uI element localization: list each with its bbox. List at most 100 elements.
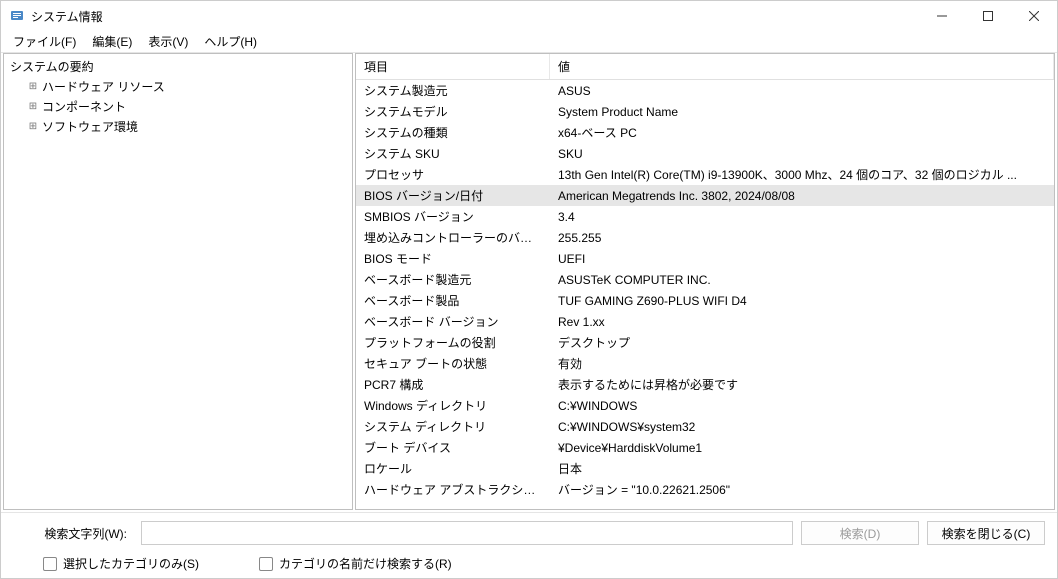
list-cell-value: American Megatrends Inc. 3802, 2024/08/0… [550,187,1054,205]
tree-root[interactable]: システムの要約 [8,56,348,76]
list-cell-value: 255.255 [550,229,1054,247]
list-row[interactable]: システムの種類x64-ベース PC [356,122,1054,143]
list-cell-value: System Product Name [550,103,1054,121]
list-row[interactable]: SMBIOS バージョン3.4 [356,206,1054,227]
list-cell-value: C:¥WINDOWS [550,397,1054,415]
list-cell-value: ASUSTeK COMPUTER INC. [550,271,1054,289]
search-label: 検索文字列(W): [13,525,133,542]
minimize-button[interactable] [919,1,965,31]
list-cell-value: 13th Gen Intel(R) Core(TM) i9-13900K、300… [550,164,1054,185]
list-cell-item: システム ディレクトリ [356,416,550,437]
window-title: システム情報 [31,8,919,25]
list-cell-value: ¥Device¥HarddiskVolume1 [550,439,1054,457]
list-row[interactable]: BIOS バージョン/日付American Megatrends Inc. 38… [356,185,1054,206]
list-cell-value: 3.4 [550,208,1054,226]
list-cell-value: 表示するためには昇格が必要です [550,374,1054,395]
app-icon [9,8,25,24]
list-cell-value: Rev 1.xx [550,313,1054,331]
checkbox-selected-category[interactable]: 選択したカテゴリのみ(S) [43,555,199,572]
list-cell-item: ブート デバイス [356,437,550,458]
list-cell-item: ハードウェア アブストラクション レイヤー [356,479,550,500]
tree-item-label: コンポーネント [40,97,128,116]
list-cell-item: Windows ディレクトリ [356,395,550,416]
details-pane[interactable]: 項目 値 システム製造元ASUSシステムモデルSystem Product Na… [355,53,1055,510]
list-body: システム製造元ASUSシステムモデルSystem Product Nameシステ… [356,80,1054,500]
window-buttons [919,1,1057,31]
category-tree: システムの要約 ⊞ ハードウェア リソース ⊞ コンポーネント ⊞ ソフトウェア… [4,54,352,138]
list-cell-value: x64-ベース PC [550,122,1054,143]
expand-icon[interactable]: ⊞ [26,121,40,132]
list-row[interactable]: システム ディレクトリC:¥WINDOWS¥system32 [356,416,1054,437]
list-cell-item: PCR7 構成 [356,374,550,395]
list-cell-value: デスクトップ [550,332,1054,353]
expand-icon[interactable]: ⊞ [26,81,40,92]
list-row[interactable]: ベースボード製造元ASUSTeK COMPUTER INC. [356,269,1054,290]
list-cell-item: ロケール [356,458,550,479]
column-header-item[interactable]: 項目 [356,54,550,79]
list-row[interactable]: PCR7 構成表示するためには昇格が必要です [356,374,1054,395]
list-row[interactable]: システム SKUSKU [356,143,1054,164]
list-cell-item: BIOS バージョン/日付 [356,185,550,206]
menu-edit[interactable]: 編集(E) [84,31,140,52]
list-cell-value: バージョン = "10.0.22621.2506" [550,479,1054,500]
list-row[interactable]: ブート デバイス¥Device¥HarddiskVolume1 [356,437,1054,458]
list-cell-item: 埋め込みコントローラーのバージョン [356,227,550,248]
list-row[interactable]: BIOS モードUEFI [356,248,1054,269]
list-row[interactable]: ハードウェア アブストラクション レイヤーバージョン = "10.0.22621… [356,479,1054,500]
search-input[interactable] [141,521,793,545]
menu-file[interactable]: ファイル(F) [5,31,84,52]
list-cell-item: システム SKU [356,143,550,164]
list-cell-item: プラットフォームの役割 [356,332,550,353]
list-cell-item: ベースボード製品 [356,290,550,311]
list-row[interactable]: ベースボード バージョンRev 1.xx [356,311,1054,332]
list-row[interactable]: システムモデルSystem Product Name [356,101,1054,122]
app-window: システム情報 ファイル(F) 編集(E) 表示(V) ヘルプ(H) システムの要… [0,0,1058,579]
list-cell-item: システム製造元 [356,80,550,101]
list-cell-value: 日本 [550,458,1054,479]
tree-pane[interactable]: システムの要約 ⊞ ハードウェア リソース ⊞ コンポーネント ⊞ ソフトウェア… [3,53,353,510]
list-cell-value: ASUS [550,82,1054,100]
list-cell-item: システムの種類 [356,122,550,143]
list-cell-item: ベースボード製造元 [356,269,550,290]
tree-item-label: ハードウェア リソース [40,77,167,96]
list-row[interactable]: セキュア ブートの状態有効 [356,353,1054,374]
tree-root-label: システムの要約 [8,57,96,76]
checkbox-category-names-only[interactable]: カテゴリの名前だけ検索する(R) [259,555,452,572]
list-row[interactable]: プラットフォームの役割デスクトップ [356,332,1054,353]
maximize-button[interactable] [965,1,1011,31]
close-button[interactable] [1011,1,1057,31]
list-row[interactable]: Windows ディレクトリC:¥WINDOWS [356,395,1054,416]
list-cell-item: システムモデル [356,101,550,122]
list-header: 項目 値 [356,54,1054,80]
checkbox-icon [259,557,273,571]
tree-item-label: ソフトウェア環境 [40,117,140,136]
list-row[interactable]: ロケール日本 [356,458,1054,479]
checkbox-label: カテゴリの名前だけ検索する(R) [279,555,452,572]
list-cell-item: プロセッサ [356,164,550,185]
list-cell-item: セキュア ブートの状態 [356,353,550,374]
menu-view[interactable]: 表示(V) [140,31,196,52]
list-row[interactable]: 埋め込みコントローラーのバージョン255.255 [356,227,1054,248]
list-cell-value: UEFI [550,250,1054,268]
list-cell-value: SKU [550,145,1054,163]
list-row[interactable]: プロセッサ13th Gen Intel(R) Core(TM) i9-13900… [356,164,1054,185]
menu-help[interactable]: ヘルプ(H) [196,31,265,52]
close-search-button[interactable]: 検索を閉じる(C) [927,521,1045,545]
tree-item-components[interactable]: ⊞ コンポーネント [26,96,348,116]
search-button[interactable]: 検索(D) [801,521,919,545]
expand-icon[interactable]: ⊞ [26,101,40,112]
tree-item-hardware[interactable]: ⊞ ハードウェア リソース [26,76,348,96]
list-row[interactable]: ベースボード製品TUF GAMING Z690-PLUS WIFI D4 [356,290,1054,311]
list-cell-value: C:¥WINDOWS¥system32 [550,418,1054,436]
checkbox-icon [43,557,57,571]
list-cell-value: TUF GAMING Z690-PLUS WIFI D4 [550,292,1054,310]
search-panel: 検索文字列(W): 検索(D) 検索を閉じる(C) 選択したカテゴリのみ(S) … [1,512,1057,578]
list-cell-item: BIOS モード [356,248,550,269]
list-row[interactable]: システム製造元ASUS [356,80,1054,101]
menubar: ファイル(F) 編集(E) 表示(V) ヘルプ(H) [1,31,1057,53]
tree-item-software[interactable]: ⊞ ソフトウェア環境 [26,116,348,136]
checkbox-label: 選択したカテゴリのみ(S) [63,555,199,572]
content-area: システムの要約 ⊞ ハードウェア リソース ⊞ コンポーネント ⊞ ソフトウェア… [1,53,1057,512]
list-cell-item: ベースボード バージョン [356,311,550,332]
column-header-value[interactable]: 値 [550,54,1054,79]
